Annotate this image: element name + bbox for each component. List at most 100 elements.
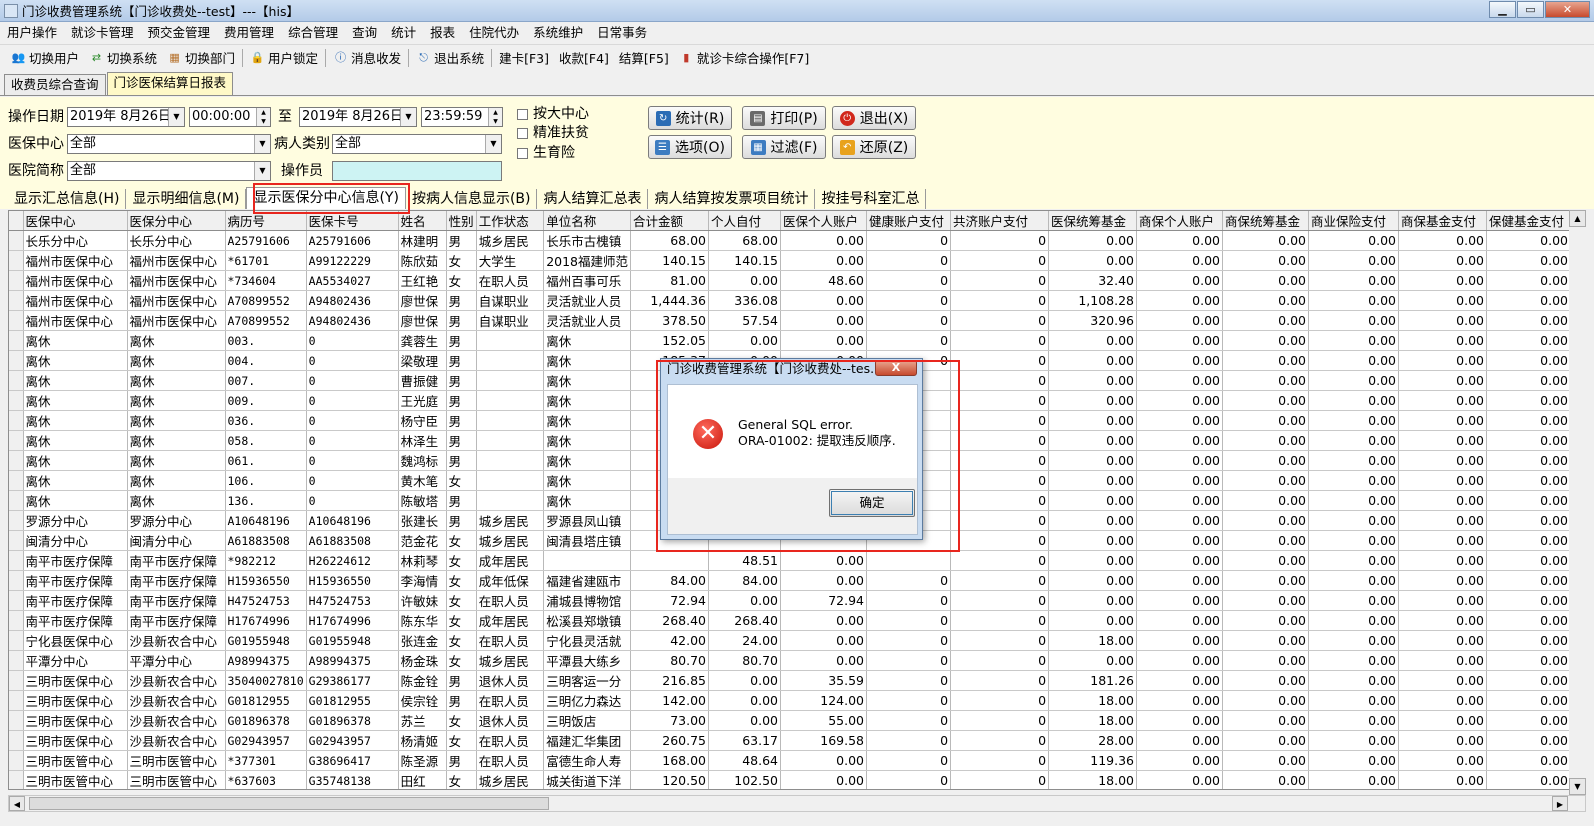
table-cell[interactable]: 0 <box>950 650 1050 671</box>
column-header[interactable]: 合计金额 <box>630 211 710 231</box>
table-cell[interactable]: 0 <box>950 630 1050 651</box>
row-indicator[interactable] <box>9 670 24 691</box>
table-cell[interactable]: 0 <box>866 270 952 291</box>
table-cell[interactable]: 0.00 <box>1486 310 1572 331</box>
table-cell[interactable]: 80.70 <box>630 650 710 671</box>
table-cell[interactable]: 罗源分中心 <box>127 510 226 531</box>
table-cell[interactable] <box>476 350 545 371</box>
table-cell[interactable]: 杨金珠 <box>398 650 447 671</box>
switch-system-button[interactable]: ⇄ 切换系统 <box>84 47 162 69</box>
table-cell[interactable]: 三明市医管中心 <box>23 750 128 771</box>
table-cell[interactable]: 0.00 <box>1222 290 1310 311</box>
table-cell[interactable]: 浦城县博物馆 <box>543 590 632 611</box>
table-cell[interactable]: A70899552 <box>225 310 307 331</box>
table-cell[interactable]: 0.00 <box>1308 310 1400 331</box>
row-indicator[interactable] <box>9 750 24 771</box>
table-cell[interactable]: 福州市医保中心 <box>23 290 128 311</box>
column-header[interactable]: 工作状态 <box>476 211 545 231</box>
table-cell[interactable]: 0.00 <box>1222 690 1310 711</box>
table-cell[interactable]: 0.00 <box>1398 690 1488 711</box>
table-cell[interactable]: 男 <box>446 290 477 311</box>
table-cell[interactable]: 0.00 <box>780 570 868 591</box>
table-cell[interactable]: 0.00 <box>1048 650 1138 671</box>
table-cell[interactable]: 离休 <box>543 390 632 411</box>
table-cell[interactable]: 268.40 <box>708 610 782 631</box>
column-header[interactable]: 单位名称 <box>543 211 632 231</box>
table-cell[interactable] <box>476 370 545 391</box>
row-indicator[interactable] <box>9 230 24 251</box>
menu-item-card[interactable]: 就诊卡管理 <box>64 22 141 43</box>
table-cell[interactable]: 三明饭店 <box>543 710 632 731</box>
table-cell[interactable]: 福州市医保中心 <box>127 270 226 291</box>
table-cell[interactable]: 0.00 <box>1486 610 1572 631</box>
table-cell[interactable]: 0.00 <box>1048 350 1138 371</box>
table-cell[interactable]: 0.00 <box>1308 610 1400 631</box>
column-header[interactable]: 保健基金支付 <box>1486 211 1572 231</box>
table-cell[interactable]: 0.00 <box>1486 510 1572 531</box>
table-cell[interactable]: 0.00 <box>780 310 868 331</box>
table-cell[interactable]: 苏兰 <box>398 710 447 731</box>
table-cell[interactable]: 0.00 <box>1308 390 1400 411</box>
table-cell[interactable]: 55.00 <box>780 710 868 731</box>
table-cell[interactable]: 0.00 <box>1398 370 1488 391</box>
table-cell[interactable]: 0.00 <box>1486 350 1572 371</box>
row-indicator[interactable] <box>9 470 24 491</box>
table-cell[interactable]: 48.60 <box>780 270 868 291</box>
table-cell[interactable]: 女 <box>446 270 477 291</box>
table-cell[interactable]: 0.00 <box>1136 670 1224 691</box>
table-cell[interactable]: 0.00 <box>708 690 782 711</box>
table-cell[interactable]: 闽清县塔庄镇 <box>543 530 632 551</box>
table-cell[interactable]: 0.00 <box>1136 690 1224 711</box>
table-cell[interactable]: 0.00 <box>1308 770 1400 789</box>
table-cell[interactable]: 0.00 <box>1308 710 1400 731</box>
table-cell[interactable]: 离休 <box>127 410 226 431</box>
column-header[interactable]: 健康账户支付 <box>866 211 952 231</box>
table-cell[interactable]: 0.00 <box>1398 250 1488 271</box>
table-cell[interactable]: 0 <box>950 590 1050 611</box>
table-cell[interactable]: 0.00 <box>1398 390 1488 411</box>
table-cell[interactable]: 0.00 <box>1486 630 1572 651</box>
date-to-picker[interactable]: 2019年 8月26日 ▼ <box>299 107 417 127</box>
row-indicator[interactable] <box>9 570 24 591</box>
table-cell[interactable]: 0.00 <box>780 230 868 251</box>
create-card-button[interactable]: 建卡[F3] <box>494 47 554 69</box>
table-cell[interactable]: 梁敬理 <box>398 350 447 371</box>
table-cell[interactable]: 0 <box>950 470 1050 491</box>
table-cell[interactable]: 0.00 <box>1222 450 1310 471</box>
table-cell[interactable]: 女 <box>446 570 477 591</box>
table-cell[interactable]: 0 <box>306 450 399 471</box>
table-cell[interactable]: 0.00 <box>1486 290 1572 311</box>
table-cell[interactable]: 沙县新农合中心 <box>127 730 226 751</box>
table-cell[interactable]: 169.58 <box>780 730 868 751</box>
tab-patient-settlement[interactable]: 病人结算汇总表 <box>537 189 649 209</box>
table-cell[interactable]: 0 <box>950 450 1050 471</box>
table-cell[interactable]: 0.00 <box>708 590 782 611</box>
table-cell[interactable]: 0.00 <box>1222 770 1310 789</box>
table-cell[interactable]: 0.00 <box>1222 610 1310 631</box>
table-cell[interactable]: 0 <box>950 530 1050 551</box>
table-cell[interactable]: 68.00 <box>708 230 782 251</box>
row-indicator[interactable] <box>9 370 24 391</box>
table-cell[interactable]: 0.00 <box>1486 550 1572 571</box>
row-indicator[interactable] <box>9 330 24 351</box>
table-cell[interactable]: 离休 <box>127 330 226 351</box>
table-cell[interactable]: 119.36 <box>1048 750 1138 771</box>
table-cell[interactable]: G01955948 <box>225 630 307 651</box>
table-cell[interactable]: 三明市医管中心 <box>23 770 128 789</box>
table-cell[interactable]: 0.00 <box>1398 350 1488 371</box>
table-cell[interactable]: 0 <box>950 430 1050 451</box>
table-cell[interactable]: 女 <box>446 730 477 751</box>
table-cell[interactable]: 0 <box>950 510 1050 531</box>
table-cell[interactable]: 离休 <box>23 390 128 411</box>
table-cell[interactable]: 0.00 <box>1136 570 1224 591</box>
table-cell[interactable]: 0 <box>306 350 399 371</box>
table-cell[interactable]: 南平市医疗保障 <box>127 550 226 571</box>
tab-details[interactable]: 显示明细信息(M) <box>126 189 247 209</box>
table-cell[interactable]: A61883508 <box>306 530 399 551</box>
table-cell[interactable]: 140.15 <box>708 250 782 271</box>
table-cell[interactable]: A94802436 <box>306 310 399 331</box>
chevron-down-icon[interactable]: ▼ <box>400 108 416 126</box>
scroll-thumb[interactable] <box>29 797 549 810</box>
table-cell[interactable]: 0.00 <box>1398 330 1488 351</box>
table-cell[interactable]: 0.00 <box>780 750 868 771</box>
